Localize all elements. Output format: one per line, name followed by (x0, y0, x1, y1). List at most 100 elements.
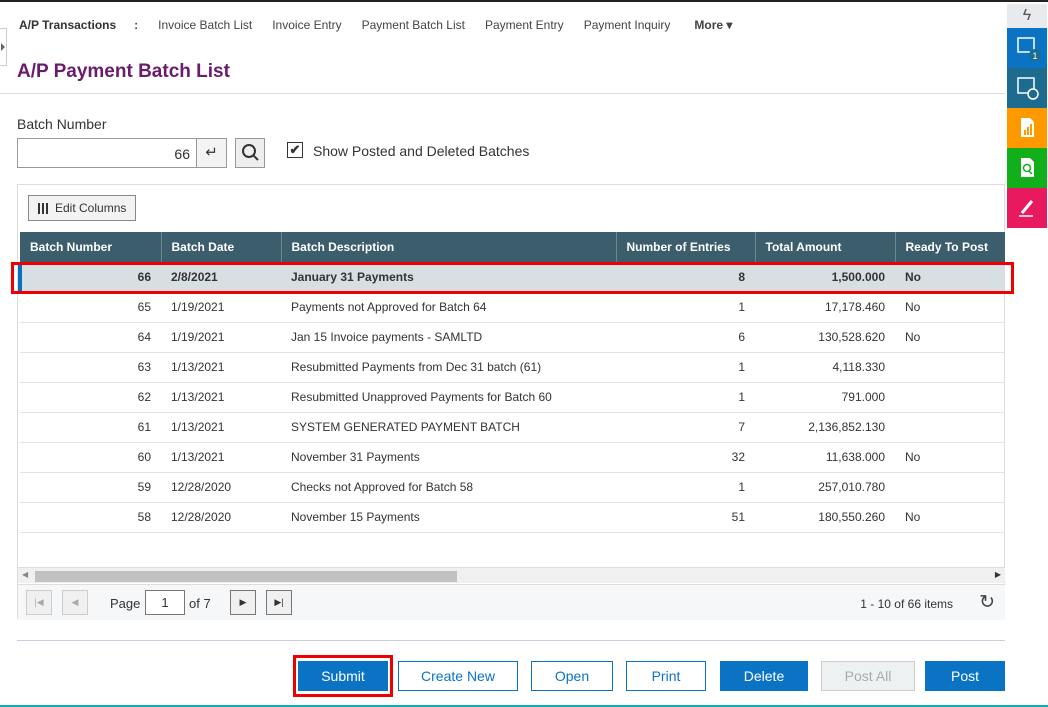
cell-batch-number: 63 (20, 352, 161, 383)
divider (0, 93, 1005, 94)
cell-ready-to-post (895, 472, 1005, 503)
show-posted-checkbox[interactable]: ✔ (287, 142, 303, 158)
quick-actions-icon[interactable]: ϟ (1007, 4, 1047, 28)
cell-batch-description: Resubmitted Unapproved Payments for Batc… (281, 382, 616, 413)
cell-batch-number: 60 (20, 442, 161, 473)
cell-number-of-entries: 51 (616, 502, 755, 533)
top-border (0, 0, 1048, 2)
cell-total-amount: 130,528.620 (755, 322, 895, 353)
prev-page-button[interactable]: ◀ (62, 590, 88, 615)
show-posted-label: Show Posted and Deleted Batches (313, 143, 530, 159)
search-button[interactable] (235, 138, 265, 168)
cell-total-amount: 4,118.330 (755, 352, 895, 383)
column-header-total-amount[interactable]: Total Amount (755, 232, 896, 262)
divider (17, 640, 1005, 641)
windows-icon[interactable]: 1 (1007, 28, 1047, 68)
last-page-button[interactable]: ▶| (266, 590, 292, 615)
column-header-batch-date[interactable]: Batch Date (161, 232, 282, 262)
table-row[interactable]: 59 12/28/2020 Checks not Approved for Batc… (20, 472, 1005, 503)
cell-ready-to-post (895, 352, 1005, 383)
post-all-button[interactable]: Post All (821, 661, 915, 691)
cell-batch-date: 12/28/2020 (161, 502, 281, 533)
cell-ready-to-post (895, 412, 1005, 443)
cell-ready-to-post: No (895, 322, 1005, 353)
cell-total-amount: 791.000 (755, 382, 895, 413)
cell-total-amount: 180,550.260 (755, 502, 895, 533)
cell-batch-date: 1/13/2021 (161, 382, 281, 413)
scrollbar-thumb[interactable] (35, 571, 457, 582)
cell-total-amount: 17,178.460 (755, 292, 895, 323)
table-row[interactable]: 63 1/13/2021 Resubmitted Payments from Dec… (20, 352, 1005, 383)
column-header-batch-description[interactable]: Batch Description (281, 232, 617, 262)
delete-button[interactable]: Delete (720, 661, 808, 691)
next-page-button[interactable]: ▶ (230, 590, 256, 615)
create-new-button[interactable]: Create New (398, 661, 518, 691)
cell-batch-description: Resubmitted Payments from Dec 31 batch (… (281, 352, 616, 383)
cell-batch-description: November 31 Payments (281, 442, 616, 473)
batch-grid: Edit Columns Batch Number Batch Date Bat… (17, 184, 1005, 620)
first-page-button[interactable]: |◀ (26, 590, 52, 615)
table-row[interactable]: 58 12/28/2020 November 15 Payments 51 180,55… (20, 502, 1005, 533)
cell-batch-number: 62 (20, 382, 161, 413)
cell-batch-date: 1/13/2021 (161, 442, 281, 473)
cell-number-of-entries: 6 (616, 322, 755, 353)
column-header-number-of-entries[interactable]: Number of Entries (616, 232, 756, 262)
cell-number-of-entries: 7 (616, 412, 755, 443)
table-row[interactable]: 61 1/13/2021 SYSTEM GENERATED PAYMENT BATC… (20, 412, 1005, 443)
cell-ready-to-post: No (895, 502, 1005, 533)
nav-payment-inquiry[interactable]: Payment Inquiry (584, 18, 671, 32)
cell-batch-number: 64 (20, 322, 161, 353)
cell-number-of-entries: 1 (616, 292, 755, 323)
edit-columns-label: Edit Columns (55, 201, 127, 215)
cell-total-amount: 257,010.780 (755, 472, 895, 503)
cell-batch-description: Payments not Approved for Batch 64 (281, 292, 616, 323)
page-label: Page (110, 596, 141, 611)
print-button[interactable]: Print (626, 661, 706, 691)
items-summary: 1 - 10 of 66 items (860, 597, 953, 611)
cell-number-of-entries: 32 (616, 442, 755, 473)
table-row[interactable]: 64 1/19/2021 Jan 15 Invoice payments - SAM… (20, 322, 1005, 353)
table-row[interactable]: 62 1/13/2021 Resubmitted Unapproved Paymen… (20, 382, 1005, 413)
table-row[interactable]: 65 1/19/2021 Payments not Approved for Bat… (20, 292, 1005, 323)
cell-batch-description: Jan 15 Invoice payments - SAMLTD (281, 322, 616, 353)
cell-number-of-entries: 1 (616, 472, 755, 503)
cell-ready-to-post: No (895, 442, 1005, 473)
cell-batch-date: 1/19/2021 (161, 322, 281, 353)
nav-invoice-batch-list[interactable]: Invoice Batch List (158, 18, 252, 32)
cell-total-amount: 2,136,852.130 (755, 412, 895, 443)
cell-batch-date: 12/28/2020 (161, 472, 281, 503)
enter-icon[interactable]: ↵ (196, 138, 227, 168)
nav-more-menu[interactable]: More ▾ (694, 18, 732, 32)
report-icon[interactable] (1007, 108, 1047, 148)
cell-batch-number: 61 (20, 412, 161, 443)
expand-panel-toggle[interactable] (0, 28, 7, 66)
cell-ready-to-post (895, 382, 1005, 413)
cell-number-of-entries: 1 (616, 352, 755, 383)
column-header-ready-to-post[interactable]: Ready To Post (895, 232, 1005, 262)
edit-pencil-icon[interactable] (1007, 188, 1047, 228)
edit-columns-button[interactable]: Edit Columns (28, 195, 136, 221)
page-number-input[interactable]: 1 (145, 590, 185, 615)
page-title: A/P Payment Batch List (17, 61, 230, 82)
cell-batch-number: 58 (20, 502, 161, 533)
batch-number-input[interactable]: 66 (17, 138, 197, 168)
cell-total-amount: 11,638.000 (755, 442, 895, 473)
inquiry-icon[interactable] (1007, 148, 1047, 188)
table-row[interactable]: 60 1/13/2021 November 31 Payments 32 11,638.… (20, 442, 1005, 473)
nav-invoice-entry[interactable]: Invoice Entry (272, 18, 341, 32)
nav-payment-entry[interactable]: Payment Entry (485, 18, 564, 32)
cell-batch-description: November 15 Payments (281, 502, 616, 533)
nav-payment-batch-list[interactable]: Payment Batch List (362, 18, 465, 32)
cell-batch-date: 1/13/2021 (161, 352, 281, 383)
cell-batch-number: 65 (20, 292, 161, 323)
columns-icon (38, 203, 48, 214)
horizontal-scrollbar[interactable]: ◀ ▶ (18, 567, 1005, 583)
column-header-batch-number[interactable]: Batch Number (20, 232, 162, 262)
breadcrumb-nav: A/P Transactions : Invoice Batch List In… (19, 18, 752, 32)
batch-number-label: Batch Number (17, 116, 107, 132)
open-button[interactable]: Open (531, 661, 613, 691)
history-window-icon[interactable] (1007, 68, 1047, 108)
refresh-icon[interactable]: ↻ (979, 591, 995, 614)
post-button[interactable]: Post (925, 661, 1005, 691)
row-highlight-box (11, 262, 1014, 294)
